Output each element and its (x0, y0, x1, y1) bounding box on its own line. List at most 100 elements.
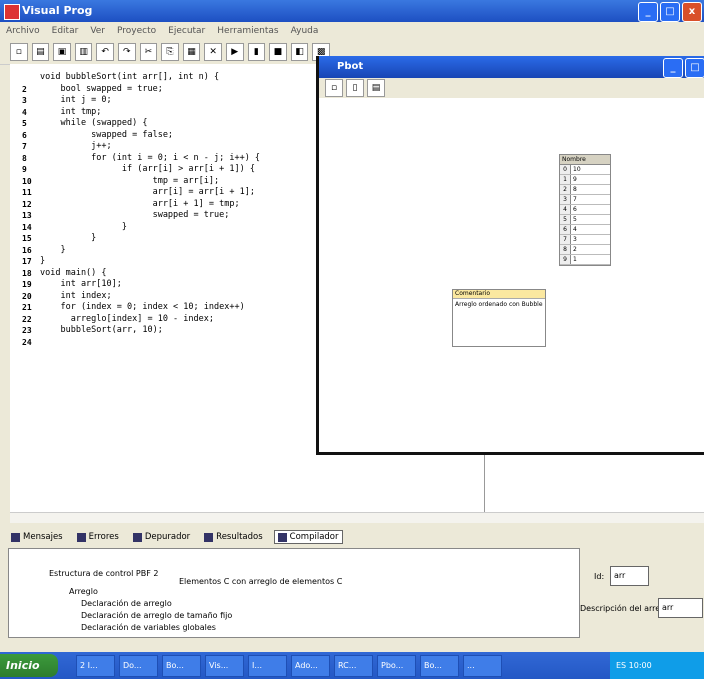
output-panel[interactable]: Estructura de control PBF 2 Elementos C … (8, 548, 580, 638)
description-field[interactable]: arr (658, 598, 703, 618)
menu-ejecutar[interactable]: Ejecutar (168, 22, 205, 40)
start-button[interactable]: Inicio (0, 654, 58, 677)
code-line[interactable]: bubbleSort(arr, 10); (40, 325, 260, 337)
tab-compilador[interactable]: Compilador (273, 530, 343, 544)
array-row[interactable]: 46 (560, 205, 610, 215)
array-row[interactable]: 73 (560, 235, 610, 245)
taskbar-item[interactable]: 2 I... (76, 654, 115, 677)
array-table[interactable]: Nombre 0 10 19 28 37 46 55 64 73 82 91 (559, 154, 611, 266)
menu-archivo[interactable]: Archivo (6, 22, 40, 40)
pbot-title-bar[interactable]: Pbot _ □ (319, 56, 704, 78)
code-line[interactable]: void main() { (40, 268, 260, 280)
code-line[interactable]: for (int i = 0; i < n - j; i++) { (40, 153, 260, 165)
comment-note[interactable]: Comentario Arreglo ordenado con Bubble (452, 289, 546, 347)
code-line[interactable]: arr[i + 1] = tmp; (40, 199, 260, 211)
code-line[interactable]: } (40, 256, 260, 268)
array-table-header: Nombre (560, 155, 610, 165)
system-tray[interactable]: ES 10:00 (610, 652, 704, 679)
pbot-maximize-button[interactable]: □ (685, 58, 704, 78)
tree-item[interactable]: Estructura de control PBF 2 (49, 569, 158, 578)
menu-herramientas[interactable]: Herramientas (217, 22, 278, 40)
print-icon[interactable]: ▤ (367, 79, 385, 97)
code-line[interactable]: tmp = arr[i]; (40, 176, 260, 188)
code-line[interactable]: } (40, 222, 260, 234)
new-page-icon[interactable]: ▫ (325, 79, 343, 97)
split-divider[interactable] (484, 450, 485, 520)
code-line[interactable]: j++; (40, 141, 260, 153)
array-row[interactable]: 55 (560, 215, 610, 225)
tree-item[interactable]: Elementos C con arreglo de elementos C (179, 577, 342, 586)
code-line[interactable]: int arr[10]; (40, 279, 260, 291)
paste-icon[interactable]: ▦ (182, 43, 201, 61)
code-line[interactable]: int index; (40, 291, 260, 303)
tab-depurador[interactable]: Depurador (130, 531, 193, 543)
tree-item[interactable]: Declaración de arreglo (81, 599, 172, 608)
menu-proyecto[interactable]: Proyecto (117, 22, 156, 40)
code-line[interactable] (40, 337, 260, 349)
pbot-minimize-button[interactable]: _ (663, 58, 683, 78)
array-row[interactable]: 82 (560, 245, 610, 255)
new-file-icon[interactable]: ▫ (10, 43, 28, 61)
cut-icon[interactable]: ✂ (139, 43, 158, 61)
code-line[interactable]: swapped = false; (40, 130, 260, 142)
horizontal-scrollbar[interactable] (10, 512, 704, 523)
step-icon[interactable]: ▮ (247, 43, 266, 61)
minimize-button[interactable]: _ (638, 2, 658, 22)
view-icon[interactable]: ◧ (290, 43, 309, 61)
code-line[interactable]: } (40, 233, 260, 245)
tree-item[interactable]: Arreglo (69, 587, 98, 596)
taskbar-item[interactable]: Pbo... (377, 654, 416, 677)
menu-ver[interactable]: Ver (90, 22, 105, 40)
stop-icon[interactable]: ■ (269, 43, 287, 61)
tab-errores[interactable]: Errores (74, 531, 122, 543)
copy-icon[interactable]: ⎘ (161, 43, 179, 61)
array-value: 6 (573, 206, 577, 213)
taskbar-item[interactable]: Ado... (291, 654, 330, 677)
array-row[interactable]: 28 (560, 185, 610, 195)
code-line[interactable]: int j = 0; (40, 95, 260, 107)
array-row[interactable]: 19 (560, 175, 610, 185)
open-file-icon[interactable]: ▤ (31, 43, 50, 61)
taskbar-item[interactable]: RC... (334, 654, 373, 677)
run-icon[interactable]: ▶ (225, 43, 244, 61)
code-line[interactable]: arr[i] = arr[i + 1]; (40, 187, 260, 199)
print-icon[interactable]: ▥ (74, 43, 93, 61)
open-page-icon[interactable]: ▯ (346, 79, 364, 97)
save-icon[interactable]: ▣ (53, 43, 71, 61)
taskbar-item[interactable]: Vis... (205, 654, 244, 677)
taskbar-item[interactable]: I... (248, 654, 287, 677)
taskbar-item[interactable]: Do... (119, 654, 158, 677)
tab-mensajes[interactable]: Mensajes (8, 531, 66, 543)
code-line[interactable]: bool swapped = true; (40, 84, 260, 96)
code-line[interactable]: swapped = true; (40, 210, 260, 222)
array-row[interactable]: 64 (560, 225, 610, 235)
close-button[interactable]: x (682, 2, 702, 22)
code-text[interactable]: void bubbleSort(int arr[], int n) { bool… (40, 72, 260, 348)
code-line[interactable]: int tmp; (40, 107, 260, 119)
redo-icon[interactable]: ↷ (117, 43, 136, 61)
code-line[interactable]: void bubbleSort(int arr[], int n) { (40, 72, 260, 84)
tree-item[interactable]: Declaración de arreglo de tamaño fijo (81, 611, 232, 620)
code-line[interactable]: while (swapped) { (40, 118, 260, 130)
undo-icon[interactable]: ↶ (96, 43, 114, 61)
maximize-button[interactable]: □ (660, 2, 680, 22)
taskbar-item[interactable]: Bo... (162, 654, 201, 677)
tab-resultados[interactable]: Resultados (201, 531, 266, 543)
code-line[interactable]: } (40, 245, 260, 257)
array-row[interactable]: 37 (560, 195, 610, 205)
array-row[interactable]: 91 (560, 255, 610, 265)
taskbar-item[interactable]: ... (463, 654, 502, 677)
tree-item[interactable]: Declaración de variables globales (81, 623, 216, 632)
code-line[interactable]: arreglo[index] = 10 - index; (40, 314, 260, 326)
menu-editar[interactable]: Editar (52, 22, 79, 40)
pbot-window[interactable]: Pbot _ □ ▫ ▯ ▤ Nombre 0 10 19 28 37 46 55… (316, 56, 704, 455)
compiler-icon (277, 532, 287, 542)
array-index: 7 (560, 235, 571, 244)
id-field[interactable]: arr (610, 566, 649, 586)
menu-ayuda[interactable]: Ayuda (291, 22, 319, 40)
delete-icon[interactable]: ✕ (204, 43, 222, 61)
array-row[interactable]: 0 10 (560, 165, 610, 175)
taskbar-item[interactable]: Bo... (420, 654, 459, 677)
code-line[interactable]: for (index = 0; index < 10; index++) (40, 302, 260, 314)
code-line[interactable]: if (arr[i] > arr[i + 1]) { (40, 164, 260, 176)
